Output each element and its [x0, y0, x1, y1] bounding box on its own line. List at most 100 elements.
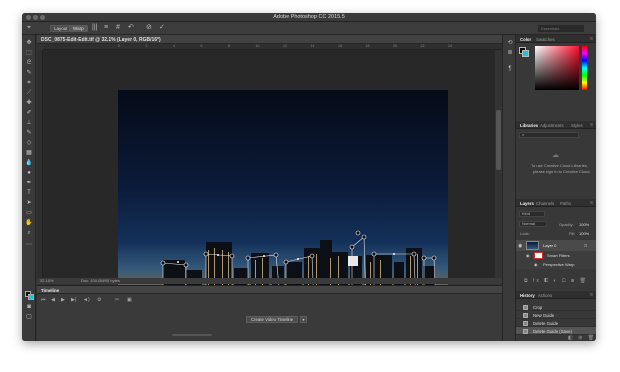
- zoom-level[interactable]: 32.15%: [40, 278, 54, 283]
- tool-preset-icon[interactable]: ⌖: [27, 24, 31, 32]
- auto-horizontal-icon[interactable]: ≡: [104, 24, 108, 32]
- hue-slider[interactable]: [582, 46, 587, 90]
- fill-value[interactable]: 100%: [579, 231, 589, 236]
- crop-tool-icon[interactable]: ⌗: [25, 79, 33, 87]
- layer-filter-kind[interactable]: Kind: [519, 211, 545, 217]
- commit-check-icon[interactable]: ✓: [159, 24, 165, 32]
- window-title: Adobe Photoshop CC 2015.5: [273, 14, 345, 20]
- split-at-playhead-icon[interactable]: ✂: [115, 297, 119, 303]
- edit-toolbar-icon[interactable]: ⋯: [25, 241, 33, 249]
- timeline-type-dropdown[interactable]: ▾: [300, 316, 307, 323]
- rectangle-tool-icon[interactable]: ▭: [25, 209, 33, 217]
- lasso-tool-icon[interactable]: ᘓ: [25, 59, 33, 67]
- libraries-message-line2: please sign in to Creative Cloud.: [533, 169, 591, 174]
- screen-mode-icon[interactable]: ▢: [25, 313, 33, 321]
- smart-object-icon: ⊡: [584, 243, 588, 248]
- play-icon[interactable]: ▶: [61, 297, 65, 303]
- path-selection-tool-icon[interactable]: ➤: [25, 199, 33, 207]
- quick-mask-icon[interactable]: ◙: [25, 303, 33, 311]
- clone-stamp-tool-icon[interactable]: ⊥: [25, 119, 33, 127]
- undo-warp-icon[interactable]: ↶: [128, 24, 134, 32]
- document-tab[interactable]: DSC_0875-Edit-Edit.tif @ 32.1% (Layer 0,…: [37, 35, 502, 44]
- background-color-swatch[interactable]: [28, 294, 34, 300]
- layers-footer-icons[interactable]: ⧉ fx ◧ ◐ ▢ ⊞ 🗑: [524, 278, 588, 284]
- eyedropper-tool-icon[interactable]: ⟋: [25, 89, 33, 97]
- tab-swatches[interactable]: Swatches: [536, 37, 555, 42]
- ruler-tick-label: 10: [255, 44, 260, 48]
- create-video-timeline-button[interactable]: Create Video Timeline: [246, 316, 299, 323]
- history-panel-menu-icon[interactable]: ≡: [590, 292, 593, 298]
- tab-adjustments[interactable]: Adjustments: [540, 123, 564, 128]
- warp-mode-button[interactable]: Warp: [69, 25, 88, 32]
- filter-eye-icon[interactable]: ◉: [534, 262, 538, 267]
- audio-icon[interactable]: ◄): [83, 297, 90, 303]
- auto-warp-icon[interactable]: #: [116, 24, 120, 32]
- panel-background-color[interactable]: [522, 50, 529, 57]
- paragraph-panel-icon[interactable]: ¶: [506, 65, 514, 73]
- history-item[interactable]: Crop: [516, 303, 596, 311]
- layer-name[interactable]: Layer 0: [543, 243, 556, 248]
- go-to-first-frame-icon[interactable]: ⏮: [41, 297, 46, 303]
- history-footer-icons[interactable]: ◧ ⊕ 🗑: [568, 335, 596, 341]
- blur-tool-icon[interactable]: 💧: [25, 159, 33, 167]
- tab-channels[interactable]: Channels: [536, 201, 554, 206]
- healing-brush-tool-icon[interactable]: ✚: [25, 99, 33, 107]
- previous-frame-icon[interactable]: ◀: [51, 297, 55, 303]
- photoshop-window: Adobe Photoshop CC 2015.5 ⌖ Layout Warp …: [22, 13, 596, 341]
- history-brush-tool-icon[interactable]: ✎: [25, 129, 33, 137]
- history-item[interactable]: Delete Guide: [516, 319, 596, 327]
- color-panel-menu-icon[interactable]: ≡: [590, 36, 593, 42]
- ruler-tick-label: 20: [393, 44, 397, 48]
- history-item[interactable]: New Guide: [516, 311, 596, 319]
- document-canvas[interactable]: [118, 90, 448, 309]
- visibility-eye-icon[interactable]: ◉: [518, 243, 522, 249]
- next-frame-icon[interactable]: ▶|: [71, 297, 76, 303]
- brush-tool-icon[interactable]: ✐: [25, 109, 33, 117]
- type-tool-icon[interactable]: T: [25, 189, 33, 197]
- tab-paths[interactable]: Paths: [560, 201, 571, 206]
- move-tool-icon[interactable]: ✥: [25, 39, 33, 47]
- history-panel-icon[interactable]: ⟲: [506, 39, 514, 47]
- tab-libraries[interactable]: Libraries: [520, 123, 538, 128]
- tab-actions[interactable]: Actions: [538, 293, 552, 298]
- vertical-scroll-thumb[interactable]: [496, 110, 501, 170]
- ruler-tick-label: 22: [420, 44, 425, 48]
- libraries-panel-menu-icon[interactable]: ≡: [590, 122, 593, 128]
- color-spectrum-picker[interactable]: [535, 46, 579, 90]
- ruler-tick-label: 24: [448, 44, 452, 48]
- history-state-icon: [523, 328, 528, 334]
- opacity-value[interactable]: 100%: [579, 222, 589, 227]
- transition-icon[interactable]: ▣: [127, 297, 132, 303]
- quick-select-tool-icon[interactable]: ✎: [25, 69, 33, 77]
- document-size-info[interactable]: Doc: 100.0M/00 bytes: [81, 278, 120, 283]
- workspace-search-field[interactable]: Essentials: [538, 25, 584, 32]
- filter-visibility-eye-icon[interactable]: ◉: [526, 253, 530, 258]
- tab-layers[interactable]: Layers: [520, 201, 534, 206]
- layers-panel-menu-icon[interactable]: ≡: [590, 200, 593, 206]
- auto-straighten-icon[interactable]: |||: [92, 24, 97, 32]
- library-search-field[interactable]: ⌕: [519, 132, 579, 138]
- history-item-selected[interactable]: Delete Guide (Save): [516, 327, 596, 335]
- filter-row[interactable]: ◉ Perspective Warp: [516, 260, 596, 269]
- settings-gear-icon[interactable]: ⚙: [97, 297, 101, 303]
- layer-row[interactable]: ◉ Layer 0 ⊡: [516, 240, 596, 251]
- collapsed-panel-strip: ⟲ ≣ ¶: [502, 35, 516, 341]
- marquee-tool-icon[interactable]: ⬚: [25, 49, 33, 57]
- timeline-zoom-slider[interactable]: [172, 334, 212, 336]
- hand-tool-icon[interactable]: ✋: [25, 219, 33, 227]
- properties-panel-icon[interactable]: ≣: [506, 49, 514, 57]
- tab-styles[interactable]: Styles: [571, 123, 583, 128]
- pen-tool-icon[interactable]: ✒: [25, 179, 33, 187]
- tab-color[interactable]: Color: [520, 37, 531, 42]
- perspective-warp-label[interactable]: Perspective Warp: [543, 262, 574, 267]
- eraser-tool-icon[interactable]: ◇: [25, 139, 33, 147]
- timeline-panel: Timeline ⏮ ◀ ▶ ▶| ◄) ⚙ ✂ ▣ Create Video …: [37, 285, 502, 341]
- blend-mode-select[interactable]: Normal: [519, 221, 547, 227]
- smart-filters-row[interactable]: ◉ Smart Filters: [516, 251, 596, 260]
- gradient-tool-icon[interactable]: ▦: [25, 149, 33, 157]
- dodge-tool-icon[interactable]: ●: [25, 169, 33, 177]
- tab-history[interactable]: History: [520, 293, 535, 298]
- cancel-icon[interactable]: ⊘: [146, 24, 152, 32]
- vertical-scrollbar[interactable]: [495, 50, 502, 278]
- zoom-tool-icon[interactable]: ⌕: [25, 229, 33, 237]
